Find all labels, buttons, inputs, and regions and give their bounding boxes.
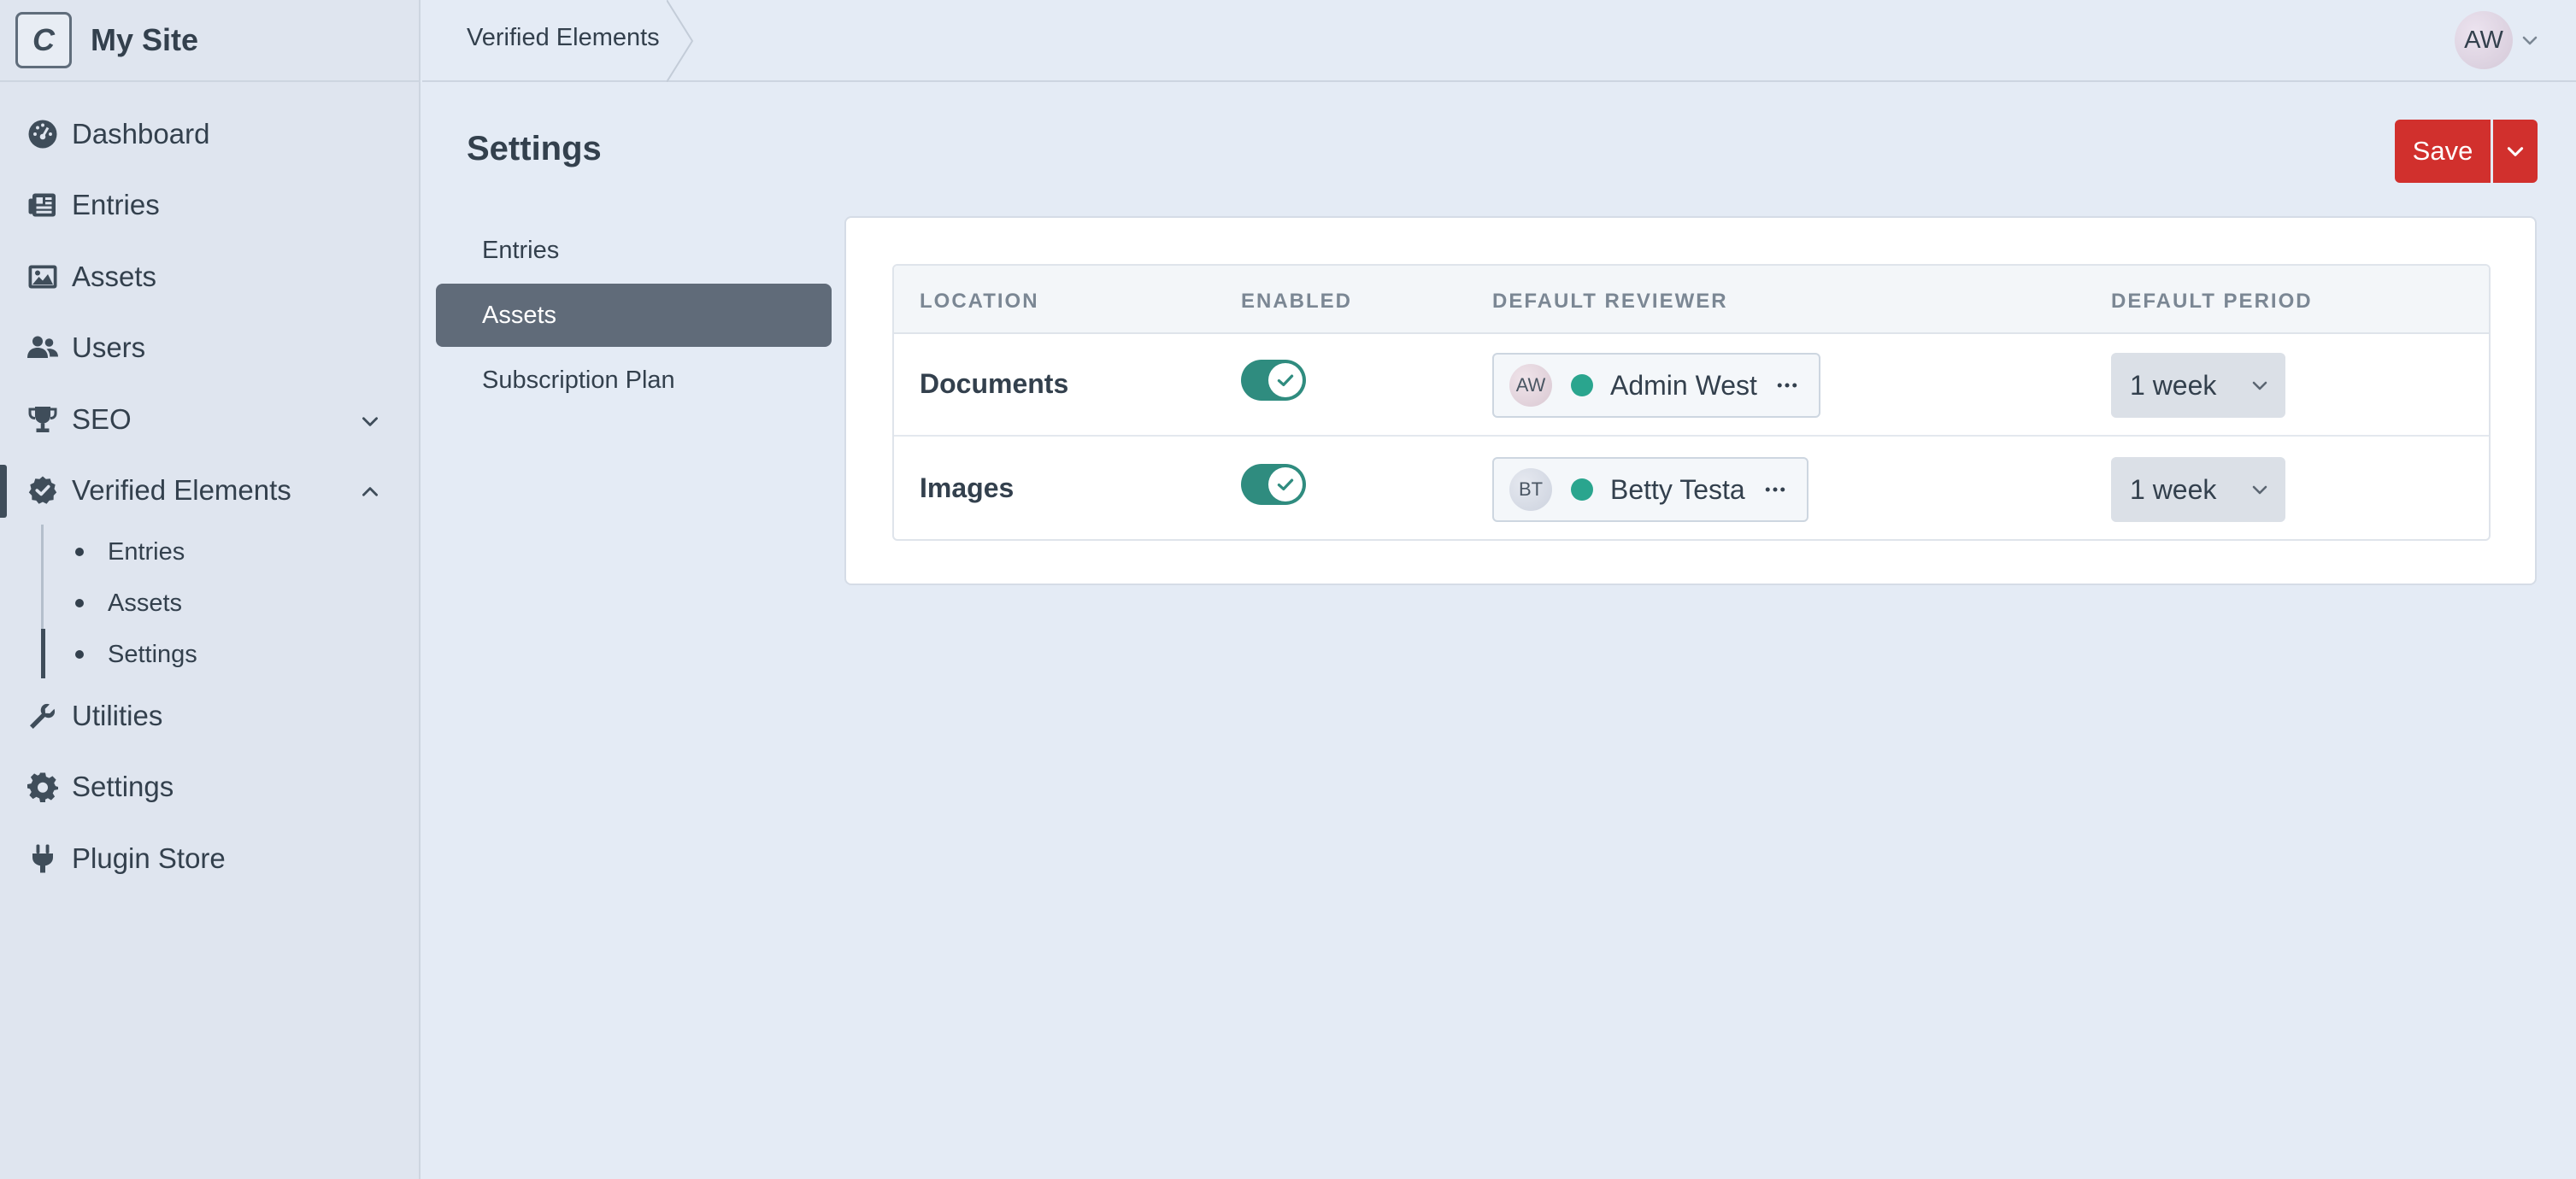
status-online-indicator bbox=[1571, 478, 1593, 501]
subnav-item-entries[interactable]: Entries bbox=[75, 531, 185, 573]
image-icon bbox=[27, 261, 58, 292]
settings-nav-assets[interactable]: Assets bbox=[436, 284, 832, 347]
reviewer-chip[interactable]: AW Admin West bbox=[1492, 353, 1820, 418]
reviewer-name: Admin West bbox=[1610, 369, 1757, 401]
subnav-label-settings: Settings bbox=[108, 640, 197, 668]
status-online-indicator bbox=[1571, 374, 1593, 396]
enabled-toggle[interactable] bbox=[1241, 360, 1306, 401]
nav-item-settings[interactable]: Settings bbox=[0, 757, 419, 817]
avatar[interactable]: AW bbox=[2455, 11, 2513, 69]
nav-item-dashboard[interactable]: Dashboard bbox=[0, 104, 419, 164]
chevron-down-icon bbox=[2507, 147, 2524, 156]
subnav-label-entries: Entries bbox=[108, 537, 185, 566]
nav-label-settings: Settings bbox=[72, 771, 174, 802]
check-badge-icon bbox=[27, 475, 58, 506]
nav-label-users: Users bbox=[72, 331, 146, 363]
table-header: LOCATION ENABLED DEFAULT REVIEWER DEFAUL… bbox=[894, 266, 2489, 334]
save-button-group: Save bbox=[2395, 120, 2538, 183]
save-menu-button[interactable] bbox=[2493, 120, 2538, 183]
trophy-icon bbox=[27, 404, 58, 435]
top-bar: Verified Elements AW bbox=[422, 0, 2576, 82]
subnav-item-assets[interactable]: Assets bbox=[75, 582, 182, 625]
site-name[interactable]: My Site bbox=[91, 22, 198, 58]
subnav-item-settings[interactable]: Settings bbox=[75, 633, 197, 676]
chevron-down-icon[interactable] bbox=[2520, 30, 2540, 50]
chevron-down-icon bbox=[2250, 375, 2270, 396]
wrench-icon bbox=[27, 701, 58, 731]
nav-item-verified-elements[interactable]: Verified Elements bbox=[0, 460, 419, 520]
column-header-enabled: ENABLED bbox=[1241, 290, 1353, 313]
nav-label-dashboard: Dashboard bbox=[72, 118, 210, 150]
site-logo[interactable]: C bbox=[15, 12, 72, 68]
user-menu[interactable]: AW bbox=[2455, 10, 2540, 70]
column-header-default-period: DEFAULT PERIOD bbox=[2111, 290, 2313, 313]
nav-item-assets[interactable]: Assets bbox=[0, 247, 419, 307]
more-icon[interactable] bbox=[1774, 372, 1800, 398]
period-value: 1 week bbox=[2130, 369, 2217, 401]
newspaper-icon bbox=[27, 190, 58, 220]
chevron-down-icon[interactable] bbox=[359, 410, 381, 432]
table-row: Documents AW Admin West 1 week bbox=[894, 334, 2489, 437]
nav-item-seo[interactable]: SEO bbox=[0, 390, 419, 449]
reviewer-chip[interactable]: BT Betty Testa bbox=[1492, 457, 1808, 522]
period-select[interactable]: 1 week bbox=[2111, 457, 2285, 522]
breadcrumb-item[interactable]: Verified Elements bbox=[467, 24, 660, 52]
gauge-icon bbox=[27, 119, 58, 150]
sidebar: C My Site Dashboard Entries Assets Users… bbox=[0, 0, 421, 1179]
location-name: Images bbox=[920, 472, 1015, 503]
nav-label-assets: Assets bbox=[72, 261, 157, 292]
avatar: AW bbox=[1509, 364, 1552, 407]
locations-table: LOCATION ENABLED DEFAULT REVIEWER DEFAUL… bbox=[892, 264, 2491, 541]
site-header: C My Site bbox=[0, 0, 419, 82]
avatar: BT bbox=[1509, 468, 1552, 511]
column-header-default-reviewer: DEFAULT REVIEWER bbox=[1492, 290, 1728, 313]
nav-item-entries[interactable]: Entries bbox=[0, 175, 419, 235]
nav-item-utilities[interactable]: Utilities bbox=[0, 686, 419, 746]
more-icon[interactable] bbox=[1762, 477, 1788, 502]
bullet-icon bbox=[75, 599, 84, 607]
chevron-down-icon bbox=[2250, 479, 2270, 500]
bullet-icon bbox=[75, 650, 84, 659]
users-icon bbox=[27, 332, 58, 363]
plug-icon bbox=[27, 843, 58, 874]
nav-label-plugin-store: Plugin Store bbox=[72, 842, 226, 874]
check-icon bbox=[1268, 363, 1303, 397]
nav-label-verified-elements: Verified Elements bbox=[72, 474, 291, 506]
reviewer-name: Betty Testa bbox=[1610, 473, 1745, 505]
period-value: 1 week bbox=[2130, 473, 2217, 505]
check-icon bbox=[1268, 467, 1303, 502]
subnav-label-assets: Assets bbox=[108, 589, 183, 617]
nav-label-utilities: Utilities bbox=[72, 700, 163, 731]
period-select[interactable]: 1 week bbox=[2111, 353, 2285, 418]
enabled-toggle[interactable] bbox=[1241, 464, 1306, 505]
column-header-location: LOCATION bbox=[920, 290, 1039, 313]
breadcrumb-separator-icon bbox=[667, 0, 701, 82]
settings-nav-subscription-plan[interactable]: Subscription Plan bbox=[436, 349, 832, 412]
page-title: Settings bbox=[467, 130, 602, 167]
settings-nav-entries[interactable]: Entries bbox=[436, 219, 832, 282]
settings-card: LOCATION ENABLED DEFAULT REVIEWER DEFAUL… bbox=[844, 216, 2537, 585]
nav-item-users[interactable]: Users bbox=[0, 318, 419, 378]
chevron-up-icon[interactable] bbox=[359, 481, 381, 503]
nav-label-entries: Entries bbox=[72, 189, 160, 220]
location-name: Documents bbox=[920, 368, 1069, 399]
gear-icon bbox=[27, 771, 58, 802]
nav-item-plugin-store[interactable]: Plugin Store bbox=[0, 829, 419, 889]
subnav-active-indicator bbox=[41, 629, 45, 678]
table-row: Images BT Betty Testa 1 week bbox=[894, 438, 2489, 539]
bullet-icon bbox=[75, 548, 84, 556]
save-button[interactable]: Save bbox=[2395, 120, 2491, 183]
nav-label-seo: SEO bbox=[72, 403, 132, 435]
